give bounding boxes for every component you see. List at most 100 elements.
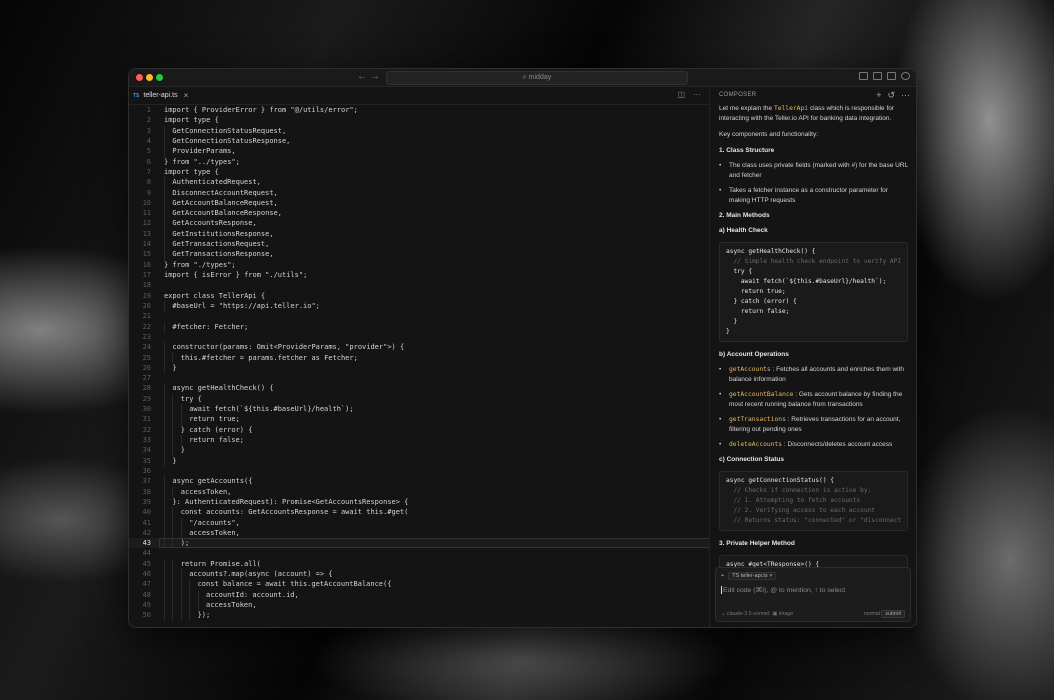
code-line[interactable]: 33 return false;: [129, 435, 709, 446]
code-line[interactable]: 22 #fetcher: Fetcher;: [129, 321, 709, 332]
submit-button[interactable]: submit: [881, 610, 905, 618]
code-line[interactable]: 44: [129, 548, 709, 558]
code-line[interactable]: 39}: AuthenticatedRequest): Promise<GetA…: [129, 496, 709, 508]
code-line[interactable]: 8 AuthenticatedRequest,: [129, 177, 709, 188]
close-window-button[interactable]: [136, 74, 143, 81]
indent-guide: [164, 424, 165, 435]
model-selector[interactable]: ⌄ claude-3.5-sonnet: [721, 611, 769, 617]
new-chat-icon[interactable]: +: [876, 90, 881, 101]
key-components-text: Key components and functionality:: [719, 131, 819, 138]
editor-tab-teller-api[interactable]: TS teller-api.ts ×: [133, 87, 188, 104]
more-options-icon[interactable]: ···: [901, 90, 910, 101]
code-line[interactable]: 26}: [129, 362, 709, 374]
code-line[interactable]: 7 import type {: [129, 167, 709, 177]
indent-guide: [164, 321, 165, 332]
forward-arrow-icon[interactable]: →: [370, 71, 380, 82]
code-line[interactable]: 30 await fetch(`${this.#baseUrl}/health`)…: [129, 404, 709, 415]
settings-gear-icon[interactable]: [901, 72, 910, 80]
context-file-chip[interactable]: TS teller-api.ts ×: [728, 572, 777, 580]
close-tab-icon[interactable]: ×: [184, 91, 189, 100]
code-line[interactable]: 6} from "../types";: [129, 157, 709, 167]
code-block-line: }: [726, 328, 730, 335]
code-line[interactable]: 43);: [129, 538, 717, 549]
code-line[interactable]: 47 const balance = await this.getAccountB…: [129, 579, 709, 590]
code-line[interactable]: 15 GetTransactionsResponse,: [129, 249, 709, 260]
image-button[interactable]: ▣ image: [772, 611, 793, 617]
code-text: accessToken,: [180, 487, 232, 496]
line-number: 45: [142, 559, 151, 568]
maximize-window-button[interactable]: [156, 74, 163, 81]
indent-guide: [189, 589, 191, 600]
mode-selector[interactable]: normal: [864, 611, 880, 617]
toggle-panel-icon[interactable]: [873, 72, 882, 80]
code-line[interactable]: 4 GetConnectionStatusResponse,: [129, 135, 709, 147]
code-line[interactable]: 50});: [129, 610, 709, 621]
indent-guide: [164, 239, 165, 250]
code-line[interactable]: 9 DisconnectAccountRequest,: [129, 187, 709, 198]
toggle-secondary-sidebar-icon[interactable]: [887, 72, 896, 80]
code-line[interactable]: 35}: [129, 455, 709, 466]
code-line[interactable]: 18: [129, 280, 709, 290]
back-arrow-icon[interactable]: ←: [357, 71, 367, 82]
code-line[interactable]: 31 return true;: [129, 414, 709, 425]
composer-input[interactable]: Edit code (⌘I), @ to mention, ↑ to selec…: [721, 586, 845, 595]
code-line[interactable]: 25 this.#fetcher = params.fetcher as Fetc…: [129, 352, 709, 363]
code-block-line: // 2. Verifying access to each account: [726, 507, 876, 514]
history-icon[interactable]: ↺: [887, 90, 895, 101]
code-line[interactable]: 32} catch (error) {: [129, 424, 709, 435]
code-line[interactable]: 13 GetInstitutionsResponse,: [129, 228, 709, 240]
code-line[interactable]: 2 import type {: [129, 115, 709, 125]
code-block[interactable]: async getHealthCheck() { // Simple healt…: [719, 242, 908, 342]
code-line[interactable]: 5 ProviderParams,: [129, 146, 709, 157]
code-line[interactable]: 36: [129, 466, 709, 476]
code-text: );: [180, 539, 190, 548]
toggle-sidebar-icon[interactable]: [859, 72, 868, 80]
split-editor-icon[interactable]: ◫: [677, 90, 685, 99]
code-line[interactable]: 38 accessToken,: [129, 486, 709, 497]
code-line[interactable]: 45 return Promise.all(: [129, 558, 709, 570]
code-text: await fetch(`${this.#baseUrl}/health`);: [189, 405, 354, 414]
code-line[interactable]: 28 async getHealthCheck() {: [129, 383, 709, 394]
code-line[interactable]: 10 GetAccountBalanceRequest,: [129, 197, 709, 209]
section-heading: 2. Main Methods: [719, 212, 770, 219]
code-block[interactable]: async getConnectionStatus() { // Checks …: [719, 471, 908, 531]
line-number: 22: [142, 322, 151, 331]
code-block-line: return false;: [726, 308, 790, 315]
code-block[interactable]: async #get<TResponse>() { // Generic HTT…: [719, 555, 908, 567]
code-text: const balance = await this.getAccountBal…: [197, 580, 392, 589]
code-line[interactable]: 3 GetConnectionStatusRequest,: [129, 125, 709, 136]
minimize-window-button[interactable]: [146, 74, 153, 81]
add-context-icon[interactable]: +: [721, 573, 724, 579]
code-line[interactable]: 11 GetAccountBalanceResponse,: [129, 208, 709, 219]
code-line[interactable]: 37 async getAccounts({: [129, 476, 709, 487]
indent-guide: [172, 486, 174, 497]
code-line[interactable]: 48 accountId: account.id,: [129, 589, 709, 600]
code-text: return true;: [189, 415, 240, 424]
code-line[interactable]: 24 constructor(params: Omit<ProviderParam…: [129, 342, 709, 353]
code-line[interactable]: 14 GetTransactionsRequest,: [129, 239, 709, 250]
code-line[interactable]: 27: [129, 373, 709, 383]
code-line[interactable]: 49 accessToken,: [129, 600, 709, 611]
code-line[interactable]: 16} from "./types";: [129, 260, 709, 270]
code-line[interactable]: 23: [129, 332, 709, 342]
code-line[interactable]: 29 try {: [129, 393, 709, 405]
indent-guide: [189, 579, 191, 590]
command-search-bar[interactable]: ⌕ midday: [386, 71, 688, 85]
code-line[interactable]: 42 accessToken,: [129, 527, 709, 539]
code-line[interactable]: 34}: [129, 445, 709, 456]
code-text: GetAccountBalanceResponse,: [172, 209, 282, 218]
code-line[interactable]: 17 import { isError } from "./utils";: [129, 270, 709, 280]
indent-guide: [164, 187, 165, 198]
code-line[interactable]: 12 GetAccountsResponse,: [129, 218, 709, 229]
composer-input-box[interactable]: + TS teller-api.ts × Edit code (⌘I), @ t…: [715, 567, 911, 622]
code-line[interactable]: 20 #baseUrl = "https://api.teller.io";: [129, 300, 709, 312]
code-line[interactable]: 40 const accounts: GetAccountsResponse = …: [129, 507, 709, 518]
code-line[interactable]: 41 "/accounts",: [129, 517, 709, 528]
typescript-file-icon: TS: [133, 92, 140, 99]
code-area[interactable]: 1 import { ProviderError } from "@/utils/…: [129, 105, 717, 627]
code-line[interactable]: 46 accounts?.map(async (account) => {: [129, 569, 709, 580]
code-line[interactable]: 1 import { ProviderError } from "@/utils/…: [129, 105, 709, 115]
code-line[interactable]: 19 export class TellerApi {: [129, 291, 709, 301]
code-line[interactable]: 21: [129, 311, 709, 321]
more-actions-icon[interactable]: ···: [693, 90, 701, 99]
